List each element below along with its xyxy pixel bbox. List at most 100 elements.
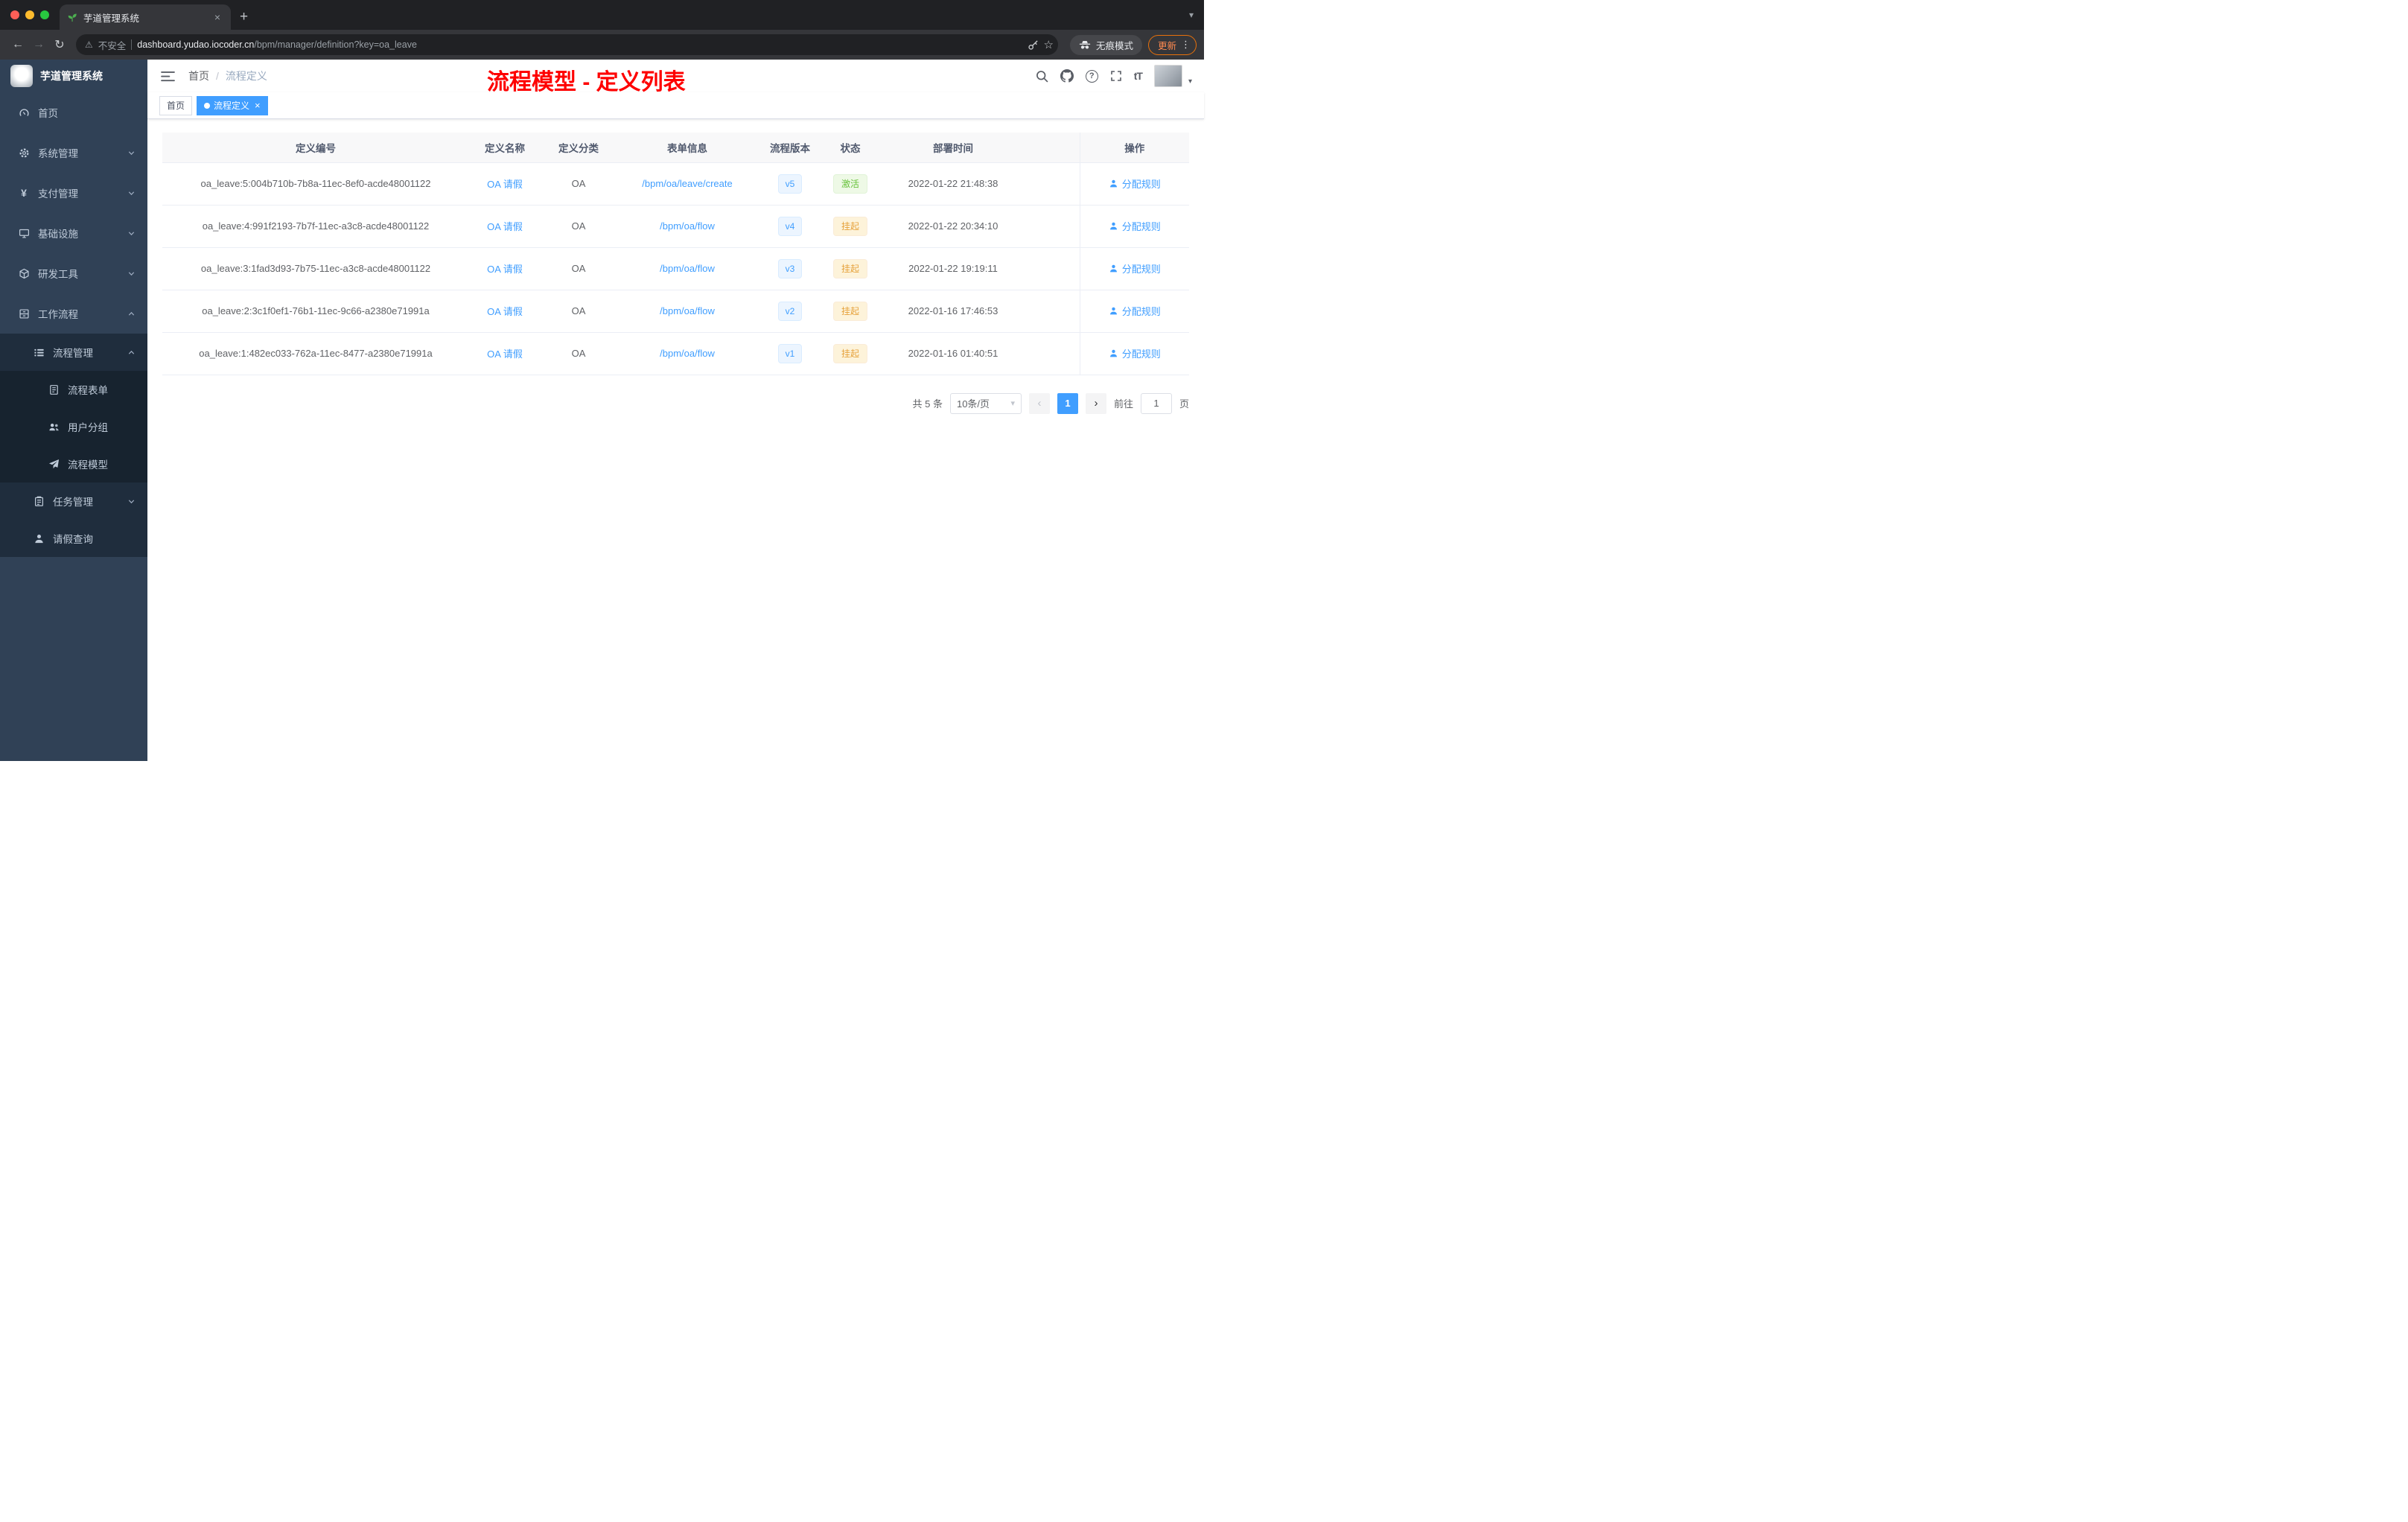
tab-search-icon[interactable]: ▾ (1189, 10, 1194, 20)
assign-rule-link[interactable]: 分配规则 (1109, 304, 1161, 318)
version-badge[interactable]: v4 (777, 216, 803, 236)
breadcrumb-home[interactable]: 首页 (188, 69, 209, 83)
page-content: 定义编号 定义名称 定义分类 表单信息 流程版本 状态 部署时间 操作 oa_l… (147, 119, 1204, 761)
cell-deploy-time: 2022-01-22 20:34:10 (879, 205, 1028, 248)
sidebar-item-process-management[interactable]: 流程管理 (0, 334, 147, 371)
assign-rule-link[interactable]: 分配规则 (1109, 346, 1161, 360)
browser-menu-icon[interactable]: ⋮ (1181, 39, 1191, 51)
form-link[interactable]: /bpm/oa/flow (660, 305, 715, 316)
update-browser-button[interactable]: 更新 ⋮ (1147, 34, 1197, 55)
sidebar-item-home[interactable]: 首页 (0, 92, 147, 133)
form-link[interactable]: /bpm/oa/flow (660, 263, 715, 274)
version-badge[interactable]: v2 (777, 301, 803, 321)
browser-tab[interactable]: 芋道管理系统 × (60, 4, 231, 30)
sidebar-item-process-form[interactable]: 流程表单 (0, 371, 147, 408)
form-link[interactable]: /bpm/oa/flow (660, 348, 715, 359)
status-badge: 挂起 (832, 216, 867, 236)
url-divider (131, 39, 133, 50)
search-icon[interactable] (1036, 70, 1048, 83)
cell-definition-id: oa_leave:4:991f2193-7b7f-11ec-a3c8-acde4… (162, 205, 469, 248)
current-page-button[interactable]: 1 (1057, 392, 1078, 414)
status-badge: 激活 (832, 173, 867, 194)
forward-button[interactable]: → (28, 34, 49, 55)
prev-page-button[interactable]: ‹ (1028, 392, 1050, 414)
goto-page-input[interactable] (1140, 392, 1172, 414)
address-bar[interactable]: ⚠ 不安全 dashboard.yudao.iocoder.cn/bpm/man… (76, 34, 1058, 55)
assign-rule-label: 分配规则 (1121, 348, 1161, 360)
favicon (67, 12, 77, 22)
sidebar-item-payment[interactable]: ¥ 支付管理 (0, 173, 147, 213)
sidebar-item-label: 研发工具 (38, 269, 78, 280)
document-icon (48, 384, 60, 395)
pagination: 共 5 条 10条/页 ▾ ‹ 1 › 前往 页 (162, 392, 1189, 414)
tag-close-icon[interactable]: × (255, 100, 261, 111)
person-icon (1109, 349, 1117, 357)
column-deploy-time: 部署时间 (879, 133, 1028, 163)
version-badge[interactable]: v3 (777, 258, 803, 278)
chevron-down-icon: ▾ (1010, 399, 1015, 408)
definition-name-link[interactable]: OA 请假 (487, 221, 523, 232)
app-logo[interactable]: 芋道管理系统 (0, 60, 147, 92)
window-zoom-button[interactable] (40, 10, 49, 19)
tab-close-icon[interactable]: × (211, 11, 223, 23)
window-close-button[interactable] (10, 10, 19, 19)
app-title: 芋道管理系统 (40, 70, 103, 82)
sidebar-item-system[interactable]: 系统管理 (0, 133, 147, 173)
table-header-row: 定义编号 定义名称 定义分类 表单信息 流程版本 状态 部署时间 操作 (162, 133, 1189, 163)
cell-deploy-time: 2022-01-16 17:46:53 (879, 290, 1028, 333)
tag-process-definition[interactable]: 流程定义 × (197, 95, 268, 115)
sidebar-item-infrastructure[interactable]: 基础设施 (0, 213, 147, 253)
definition-name-link[interactable]: OA 请假 (487, 348, 523, 360)
sidebar-item-process-model[interactable]: 流程模型 (0, 445, 147, 483)
sidebar-item-user-group[interactable]: 用户分组 (0, 408, 147, 445)
definition-name-link[interactable]: OA 请假 (487, 264, 523, 275)
next-page-button[interactable]: › (1085, 392, 1106, 414)
sidebar-item-label: 流程表单 (68, 385, 108, 396)
tab-title: 芋道管理系统 (83, 13, 140, 24)
definition-name-link[interactable]: OA 请假 (487, 179, 523, 190)
password-key-icon[interactable] (1028, 39, 1039, 51)
back-button[interactable]: ← (7, 34, 28, 55)
sidebar-item-leave-query[interactable]: 请假查询 (0, 520, 147, 557)
security-label: 不安全 (98, 40, 127, 51)
window-minimize-button[interactable] (25, 10, 34, 19)
fullscreen-icon[interactable] (1110, 70, 1122, 82)
sidebar-item-dev-tools[interactable]: 研发工具 (0, 253, 147, 293)
cabinet-icon (18, 308, 30, 319)
user-avatar[interactable] (1153, 65, 1182, 87)
column-action: 操作 (1079, 133, 1189, 163)
assign-rule-link[interactable]: 分配规则 (1109, 261, 1161, 276)
new-tab-button[interactable]: + (240, 9, 248, 25)
definition-name-link[interactable]: OA 请假 (487, 306, 523, 317)
assign-rule-link[interactable]: 分配规则 (1109, 219, 1161, 233)
form-link[interactable]: /bpm/oa/flow (660, 220, 715, 232)
status-badge: 挂起 (832, 343, 867, 363)
top-navbar: 首页 / 流程定义 流程模型 - 定义列表 ? tT ▾ (147, 60, 1204, 95)
font-size-icon[interactable]: tT (1134, 70, 1143, 82)
sidebar-item-label: 工作流程 (38, 309, 78, 320)
assign-rule-label: 分配规则 (1121, 264, 1161, 275)
gear-icon (18, 147, 30, 159)
help-icon[interactable]: ? (1085, 69, 1098, 83)
github-icon[interactable] (1060, 69, 1074, 83)
reload-button[interactable]: ↻ (49, 34, 70, 55)
monitor-icon (18, 228, 30, 239)
assign-rule-link[interactable]: 分配规则 (1109, 176, 1161, 191)
app-window: 芋道管理系统 首页 系统管理 ¥ 支付管理 基础设施 研发工具 工作流程 流程管… (0, 60, 1204, 761)
yen-icon: ¥ (21, 187, 27, 199)
chevron-down-icon (127, 270, 136, 278)
form-link[interactable]: /bpm/oa/leave/create (642, 178, 732, 189)
assign-rule-label: 分配规则 (1121, 306, 1161, 317)
version-badge[interactable]: v5 (777, 173, 803, 194)
tag-home[interactable]: 首页 (159, 95, 193, 115)
table-row: oa_leave:2:3c1f0ef1-76b1-11ec-9c66-a2380… (162, 290, 1189, 333)
page-annotation: 流程模型 - 定义列表 (487, 70, 686, 95)
user-caret-down-icon[interactable]: ▾ (1188, 77, 1192, 86)
sidebar-collapse-icon[interactable] (158, 68, 178, 85)
bookmark-star-icon[interactable]: ☆ (1044, 38, 1054, 51)
sidebar-item-workflow[interactable]: 工作流程 (0, 293, 147, 334)
version-badge[interactable]: v1 (777, 343, 803, 363)
sidebar-item-task-management[interactable]: 任务管理 (0, 483, 147, 520)
page-size-select[interactable]: 10条/页 ▾ (949, 392, 1022, 414)
main-area: 首页 / 流程定义 流程模型 - 定义列表 ? tT ▾ 首页 流程定义 × 定… (147, 60, 1204, 761)
